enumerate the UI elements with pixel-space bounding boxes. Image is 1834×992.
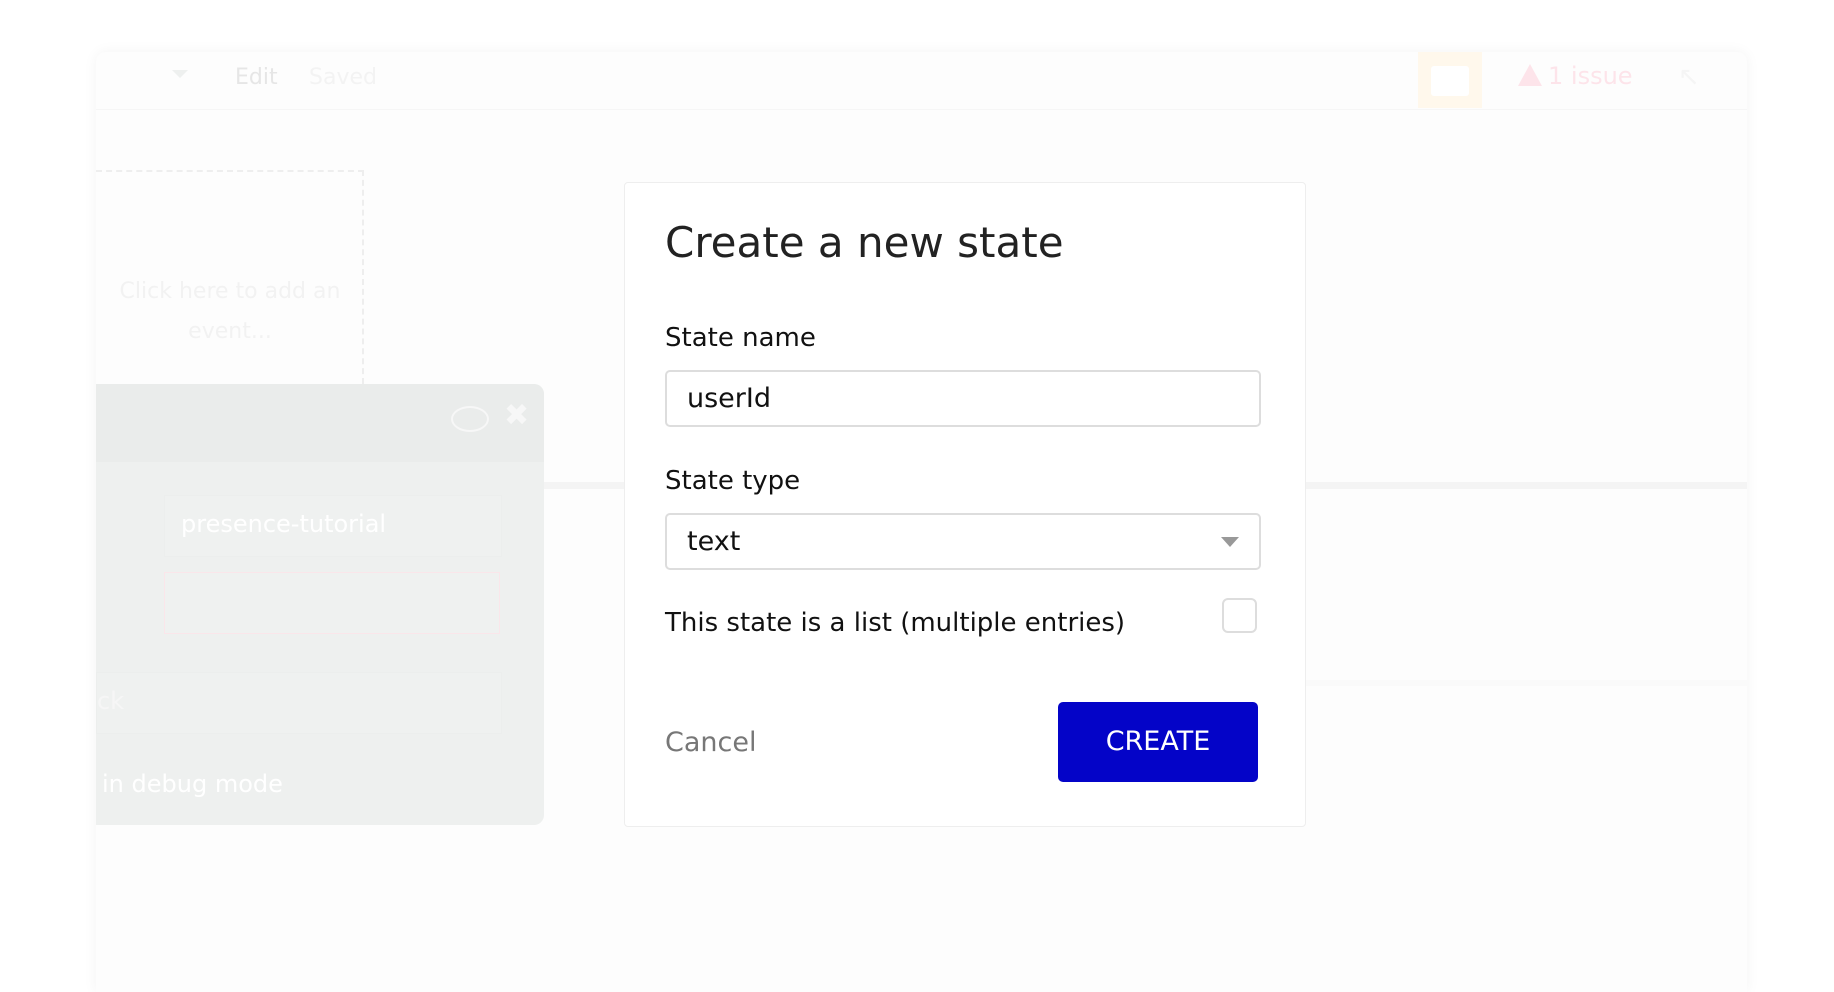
state-name-input[interactable]: userId bbox=[665, 370, 1261, 427]
chevron-down-icon bbox=[1221, 537, 1239, 547]
save-status: Saved bbox=[309, 65, 377, 90]
chevron-down-icon[interactable] bbox=[172, 70, 188, 78]
edit-menu[interactable]: Edit bbox=[235, 65, 278, 90]
cancel-button[interactable]: Cancel bbox=[665, 727, 756, 758]
state-type-label: State type bbox=[665, 466, 801, 496]
state-type-select[interactable]: text bbox=[665, 513, 1261, 570]
panel-field-label: ck bbox=[97, 687, 125, 715]
property-panel-header: ✖ bbox=[96, 384, 544, 462]
divider bbox=[1305, 680, 1747, 686]
event-placeholder-text[interactable]: Click here to add an event... bbox=[105, 272, 355, 352]
app-dropdown-value: presence-tutorial bbox=[181, 510, 387, 538]
top-bar: Edit Saved 1 issue ↖ bbox=[96, 52, 1747, 110]
comment-icon[interactable] bbox=[451, 406, 489, 432]
debug-mode-label: in debug mode bbox=[102, 770, 283, 798]
panel-field[interactable]: ck bbox=[96, 672, 502, 734]
close-icon[interactable]: ✖ bbox=[504, 398, 529, 433]
list-checkbox-label: This state is a list (multiple entries) bbox=[665, 608, 1126, 638]
gift-icon bbox=[1431, 66, 1469, 96]
issues-link[interactable]: 1 issue bbox=[1548, 62, 1633, 90]
modal-title: Create a new state bbox=[665, 218, 1064, 267]
app-dropdown[interactable]: presence-tutorial bbox=[164, 495, 502, 557]
element-dropdown[interactable] bbox=[164, 572, 500, 634]
state-name-label: State name bbox=[665, 323, 816, 353]
warning-icon bbox=[1518, 64, 1542, 86]
list-checkbox[interactable] bbox=[1222, 598, 1257, 633]
gift-button[interactable] bbox=[1418, 52, 1482, 108]
create-button[interactable]: CREATE bbox=[1058, 702, 1258, 782]
state-type-value: text bbox=[687, 526, 741, 557]
pointer-icon[interactable]: ↖ bbox=[1678, 62, 1700, 92]
